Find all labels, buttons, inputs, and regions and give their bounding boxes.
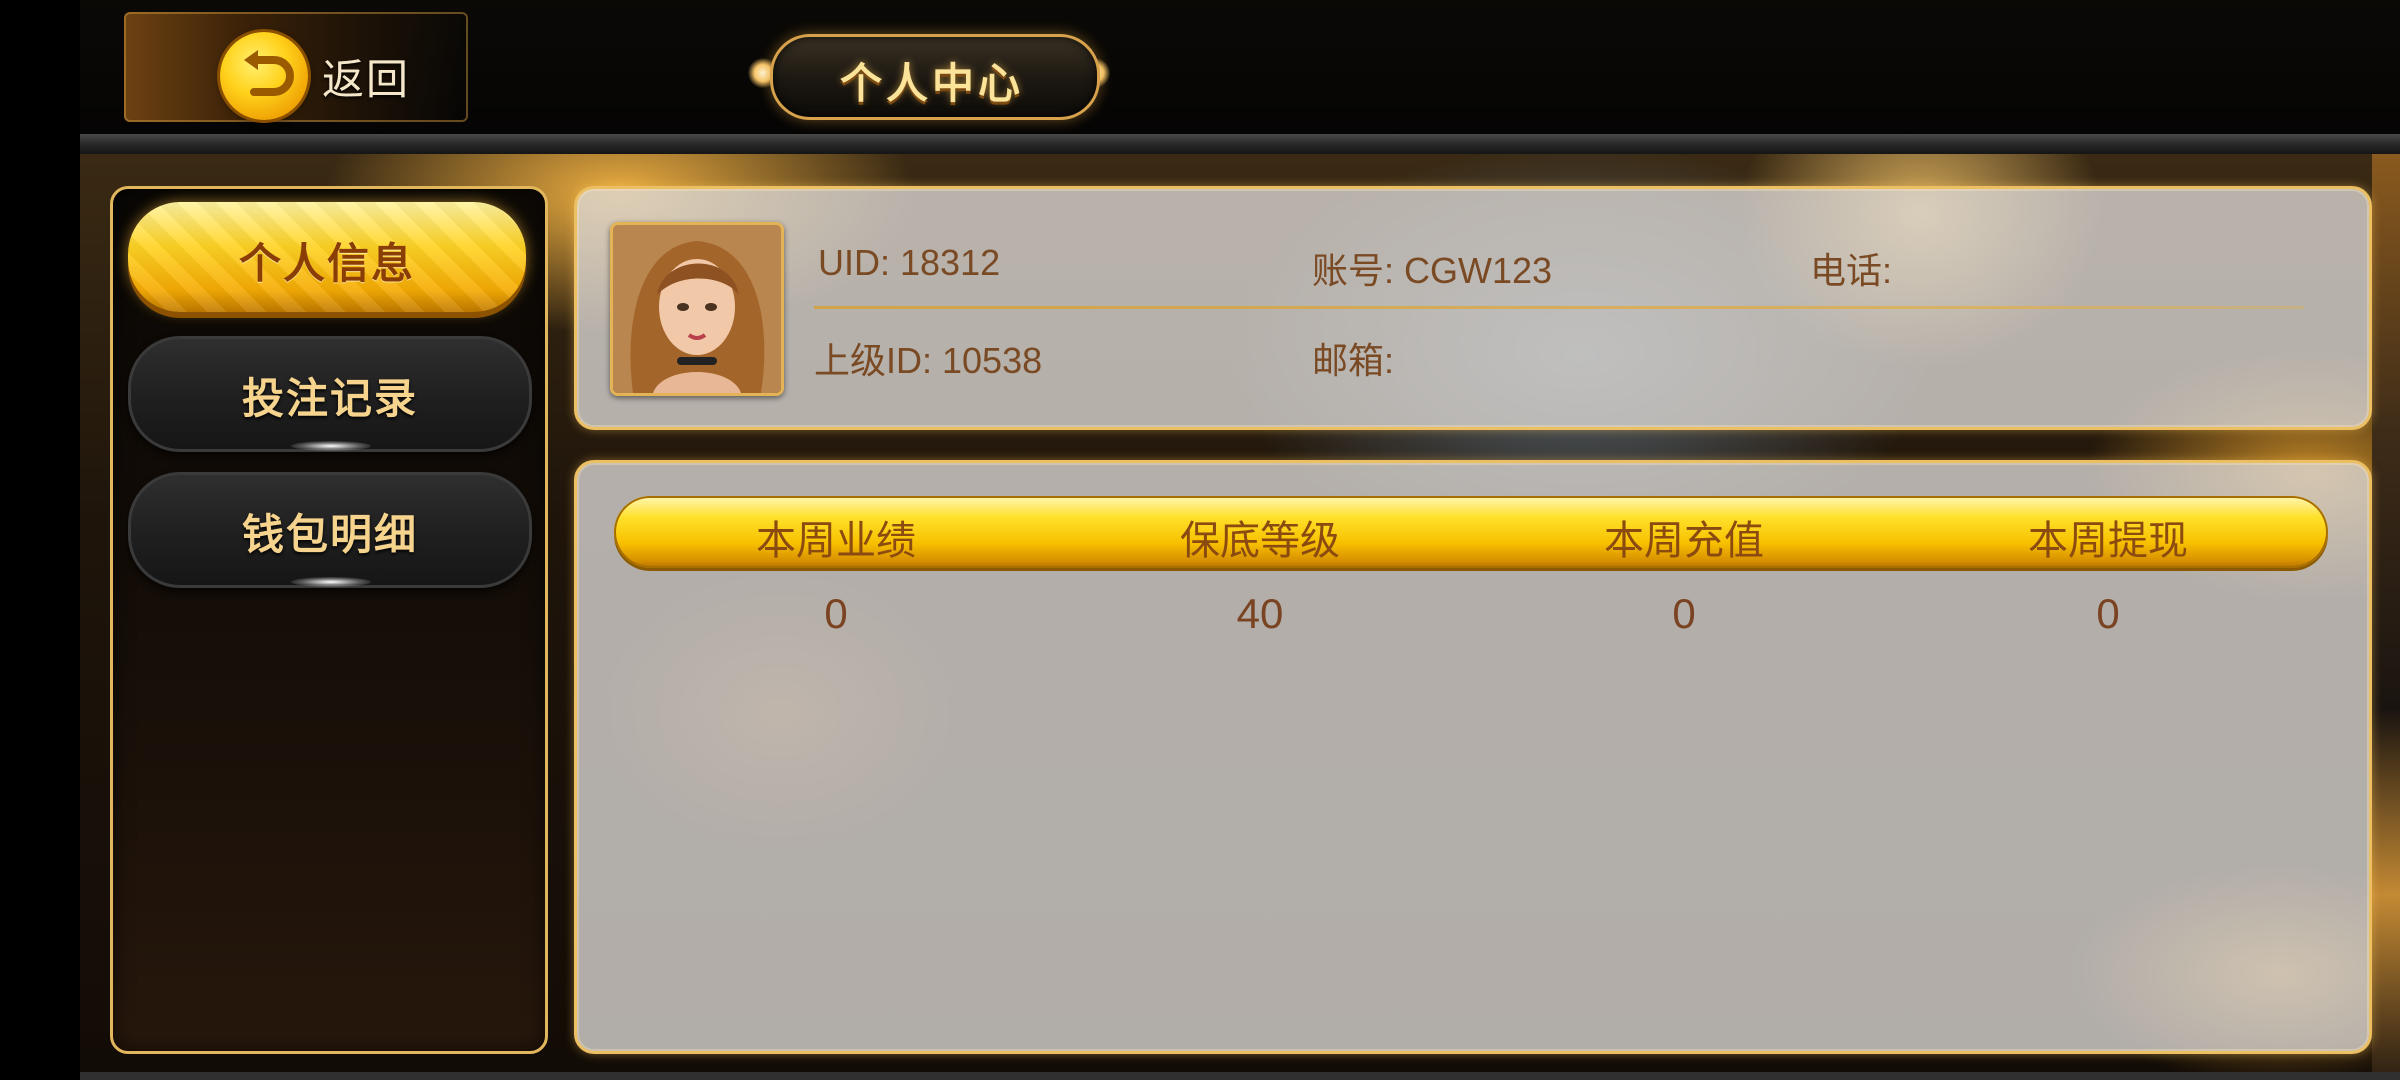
sidebar-item-label: 投注记录 — [241, 374, 418, 423]
phone-text: 电话: — [1810, 250, 1893, 291]
email-text: 邮箱: — [1312, 340, 1395, 381]
app-screen: 返回 个人中心 个人信息 投注记录 钱包明细 UID: 18312 账号: CG… — [0, 0, 2400, 1080]
stat-header-weekly-performance: 本周业绩 — [756, 518, 916, 564]
stat-value-guarantee-level: 40 — [1236, 590, 1284, 637]
button-glow — [291, 577, 371, 587]
avatar-portrait-icon — [613, 225, 781, 393]
avatar[interactable] — [610, 222, 784, 396]
sidebar-item-wallet-details[interactable]: 钱包明细 — [128, 472, 532, 588]
stat-header-guarantee-level: 保底等级 — [1180, 518, 1340, 564]
sidebar-item-label: 钱包明细 — [241, 510, 418, 559]
stat-value-weekly-deposit: 0 — [1672, 590, 1696, 637]
top-bar-divider — [80, 134, 2400, 154]
sidebar — [110, 186, 548, 1054]
back-arrow-icon[interactable] — [220, 32, 308, 120]
account-text: 账号: CGW123 — [1312, 250, 1553, 291]
info-divider — [814, 306, 2304, 309]
stat-value-weekly-performance: 0 — [824, 590, 848, 637]
sidebar-item-personal-info[interactable]: 个人信息 — [128, 202, 526, 312]
back-label[interactable]: 返回 — [322, 46, 410, 107]
bottom-strip — [80, 1072, 2400, 1080]
uid-text: UID: 18312 — [818, 242, 1001, 283]
stat-header-weekly-withdrawal: 本周提现 — [2028, 518, 2188, 564]
stat-value-weekly-withdrawal: 0 — [2096, 590, 2120, 637]
background-edge — [2372, 154, 2400, 1080]
parent-id-text: 上级ID: 10538 — [814, 340, 1043, 381]
stat-header-weekly-deposit: 本周充值 — [1604, 518, 1764, 564]
page-title: 个人中心 — [839, 59, 1024, 108]
sidebar-item-label: 个人信息 — [238, 239, 415, 288]
sidebar-item-bet-records[interactable]: 投注记录 — [128, 336, 532, 452]
button-glow — [291, 441, 371, 451]
